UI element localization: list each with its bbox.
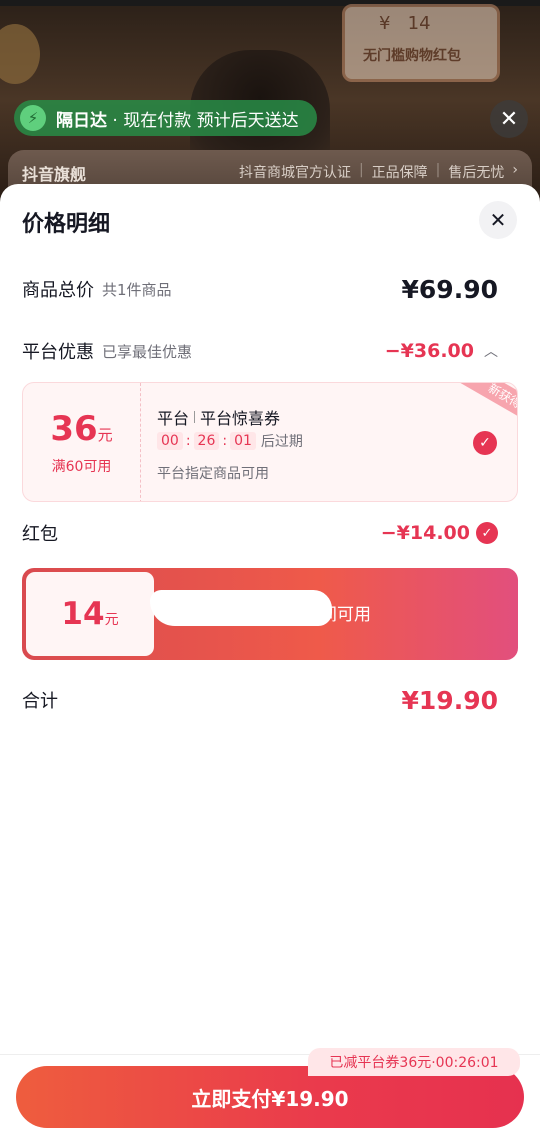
close-button[interactable]: ✕ [479, 201, 517, 239]
discount-tip-badge: 已减平台券36元·00:26:01 [308, 1048, 520, 1076]
chevron-up-icon[interactable]: ︿ [484, 341, 498, 361]
sum-value: ¥19.90 [401, 685, 498, 715]
bg-card-amount: 14 [407, 13, 431, 34]
red-packet-label: 红包 [22, 524, 58, 545]
coupon-name: 平台惊喜券 [200, 409, 281, 428]
background-red-packet-card: ¥ 14 无门槛购物红包 [342, 4, 500, 82]
sum-row: 合计 ¥19.90 [22, 684, 522, 716]
chevron-right-icon: › [512, 162, 518, 178]
price-detail-sheet: 价格明细 ✕ 商品总价 共1件商品 ¥69.90 平台优惠 已享最佳优惠 −¥3… [0, 184, 540, 1144]
platform-discount-row[interactable]: 平台优惠 已享最佳优惠 −¥36.00 ︿ [22, 336, 522, 366]
packet-amount: 14 [61, 596, 105, 632]
sheet-title: 价格明细 [22, 212, 111, 237]
coupon-unit: 元 [97, 426, 113, 444]
coupon-description: 平台指定商品可用 [157, 466, 269, 482]
red-packet-check-icon[interactable]: ✓ [476, 522, 498, 544]
goods-total-value: ¥69.90 [401, 274, 498, 304]
close-icon: ✕ [489, 208, 507, 232]
new-badge: 新获得 [456, 383, 517, 431]
divider: | [435, 162, 441, 178]
delivery-text: · 现在付款 预计后天送达 [107, 110, 299, 131]
divider: | [358, 162, 364, 178]
packet-value-block: 14元 [26, 572, 154, 656]
bg-card-label: 无门槛购物红包 [363, 48, 461, 64]
platform-discount-sub: 已享最佳优惠 [102, 342, 193, 361]
countdown-minutes: 26 [193, 432, 220, 450]
store-badge: 售后无忧 [448, 165, 505, 181]
packet-usage-text: 间可用 [320, 605, 371, 625]
divider [194, 411, 196, 423]
redaction-scribble [150, 590, 332, 626]
coupon-issuer: 平台 [157, 409, 190, 428]
store-name: 抖音旗舰 [22, 165, 87, 184]
store-badge: 抖音商城官方认证 [238, 165, 351, 181]
goods-total-row: 商品总价 共1件商品 ¥69.90 [22, 274, 522, 304]
platform-coupon-card[interactable]: 36元 满60可用 平台 平台惊喜券 00 : 26 : 01 后过期 平台指定… [22, 382, 518, 502]
goods-total-sub: 共1件商品 [102, 280, 172, 299]
lamp-decoration [0, 24, 40, 84]
goods-total-label: 商品总价 [22, 280, 94, 301]
red-packet-card[interactable]: 14元 间可用 [22, 568, 518, 660]
delivery-pill[interactable]: ⚡ 隔日达 · 现在付款 预计后天送达 [14, 100, 317, 136]
delivery-highlight: 隔日达 [56, 110, 107, 131]
sum-label: 合计 [22, 691, 58, 712]
store-badges: 抖音商城官方认证 | 正品保障 | 售后无忧 › [239, 162, 518, 182]
store-badge: 正品保障 [371, 165, 428, 181]
countdown-seconds: 01 [230, 432, 256, 450]
red-packet-row: 红包 −¥14.00 ✓ [22, 518, 522, 548]
countdown-hours: 00 [157, 432, 183, 450]
stream-close-button[interactable]: ✕ [490, 100, 528, 138]
coupon-value-block: 36元 满60可用 [23, 383, 141, 501]
coupon-selected-check-icon[interactable]: ✓ [473, 431, 497, 455]
bg-card-currency: ¥ [379, 13, 391, 34]
packet-unit: 元 [104, 612, 119, 628]
coupon-amount: 36 [50, 409, 98, 449]
platform-discount-label: 平台优惠 [22, 342, 94, 363]
coupon-countdown: 00 : 26 : 01 后过期 [157, 431, 303, 451]
platform-discount-value: −¥36.00 [384, 340, 474, 362]
coupon-condition: 满60可用 [51, 459, 112, 475]
countdown-expire-text: 后过期 [260, 434, 303, 450]
bolt-icon: ⚡ [20, 105, 46, 131]
red-packet-value: −¥14.00 [380, 522, 470, 544]
